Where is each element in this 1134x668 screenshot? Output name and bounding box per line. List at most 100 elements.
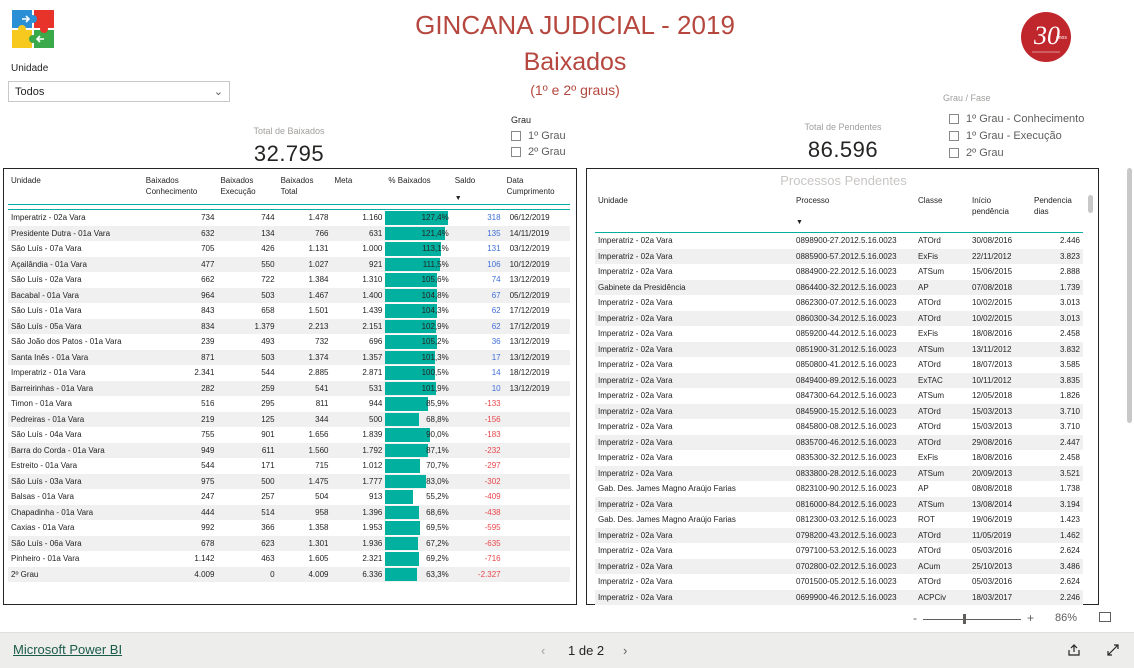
sort-desc-icon: ▼ bbox=[454, 195, 462, 202]
cell-unidade: Estreito - 01a Vara bbox=[11, 461, 78, 471]
col-pendencia-dias[interactable]: Pendencia dias bbox=[1031, 195, 1083, 228]
col-baixados-conhecimento[interactable]: Baixados Conhecimento bbox=[143, 175, 218, 205]
table-row[interactable]: Pinheiro - 01a Vara 1.142 463 1.605 2.321 69,… bbox=[8, 551, 570, 567]
table-row[interactable]: Imperatriz - 02a Vara 0850800-41.2012.5.1… bbox=[595, 357, 1083, 373]
col-meta[interactable]: Meta bbox=[331, 175, 385, 205]
table-row[interactable]: Imperatriz - 02a Vara 0816000-84.2012.5.1… bbox=[595, 496, 1083, 512]
table-row[interactable]: Imperatriz - 01a Vara 2.341 544 2.885 2.871 1… bbox=[8, 365, 570, 381]
table-row[interactable]: Gabinete da Presidência 0864400-32.2012.5… bbox=[595, 279, 1083, 295]
cell-meta: 1.439 bbox=[362, 306, 383, 316]
fullscreen-icon[interactable] bbox=[1106, 643, 1120, 657]
table-row[interactable]: São João dos Patos - 01a Vara 239 493 732 69… bbox=[8, 334, 570, 350]
unit-dropdown[interactable]: Todos ⌄ bbox=[8, 81, 230, 102]
table-row[interactable]: Imperatriz - 02a Vara 0884900-22.2012.5.1… bbox=[595, 264, 1083, 280]
table-row[interactable]: Presidente Dutra - 01a Vara 632 134 766 631 1… bbox=[8, 225, 570, 241]
cell-data bbox=[504, 551, 570, 567]
table-row[interactable]: Balsas - 01a Vara 247 257 504 913 55,2% -409 bbox=[8, 489, 570, 505]
previous-page-icon[interactable]: ‹ bbox=[541, 643, 545, 658]
table-row[interactable]: Barra do Corda - 01a Vara 949 611 1.560 1.79… bbox=[8, 442, 570, 458]
table-row[interactable]: São Luís - 07a Vara 705 426 1.131 1.000 113,1… bbox=[8, 241, 570, 257]
table-row[interactable]: Imperatriz - 02a Vara 0859200-44.2012.5.1… bbox=[595, 326, 1083, 342]
table-row[interactable]: Imperatriz - 02a Vara 0797100-53.2012.5.1… bbox=[595, 543, 1083, 559]
power-bi-link[interactable]: Microsoft Power BI bbox=[13, 642, 122, 657]
cell-total: 811 bbox=[315, 399, 329, 409]
table-row[interactable]: Imperatriz - 02a Vara 734 744 1.478 1.160 127… bbox=[8, 210, 570, 226]
checkbox[interactable] bbox=[949, 113, 959, 124]
table-row[interactable]: Pedreiras - 01a Vara 219 125 344 500 68,8% -15… bbox=[8, 411, 570, 427]
col-inicio-pendencia[interactable]: Início pendência bbox=[969, 195, 1031, 228]
col-baixados-total[interactable]: Baixados Total bbox=[278, 175, 332, 205]
zoom-slider-thumb[interactable] bbox=[963, 614, 966, 624]
cell-pct: 67,2% bbox=[385, 535, 452, 551]
fase-option-1[interactable]: 1º Grau - Conhecimento bbox=[949, 110, 1084, 127]
table-row[interactable]: Imperatriz - 02a Vara 0833800-28.2012.5.1… bbox=[595, 465, 1083, 481]
cell-meta: 1.953 bbox=[362, 523, 383, 533]
col-data-cumprimento[interactable]: Data Cumprimento bbox=[504, 175, 570, 205]
grau-option-2[interactable]: 2º Grau bbox=[511, 144, 566, 160]
table-row[interactable]: 2º Grau 4.009 0 4.009 6.336 63,3% -2.327 bbox=[8, 566, 570, 582]
table-row[interactable]: Imperatriz - 02a Vara 0845800-08.2012.5.1… bbox=[595, 419, 1083, 435]
table-row[interactable]: Imperatriz - 02a Vara 0847300-64.2012.5.1… bbox=[595, 388, 1083, 404]
table-row[interactable]: Chapadinha - 01a Vara 444 514 958 1.396 68,6%… bbox=[8, 504, 570, 520]
table-row[interactable]: São Luís - 01a Vara 843 658 1.501 1.439 104,3… bbox=[8, 303, 570, 319]
table-row[interactable]: Imperatriz - 02a Vara 0835300-32.2012.5.1… bbox=[595, 450, 1083, 466]
cell-total: 1.467 bbox=[277, 287, 332, 303]
page-scrollbar[interactable] bbox=[1127, 168, 1132, 423]
cell-pct: 113,1% bbox=[385, 241, 451, 257]
share-icon[interactable] bbox=[1067, 643, 1081, 657]
col-classe[interactable]: Classe bbox=[915, 195, 969, 228]
col-saldo[interactable]: Saldo ▼ bbox=[452, 175, 504, 205]
zoom-out-button[interactable]: - bbox=[913, 611, 917, 625]
table-row[interactable]: Imperatriz - 02a Vara 0898900-27.2012.5.1… bbox=[595, 233, 1083, 249]
col-percent-baixados[interactable]: % Baixados bbox=[385, 175, 451, 205]
table-row[interactable]: Imperatriz - 02a Vara 0862300-07.2012.5.1… bbox=[595, 295, 1083, 311]
table-row[interactable]: Imperatriz - 02a Vara 0835700-46.2012.5.1… bbox=[595, 434, 1083, 450]
table-row[interactable]: Imperatriz - 02a Vara 0860300-34.2012.5.1… bbox=[595, 310, 1083, 326]
percent-value: 69,5% bbox=[426, 523, 449, 533]
checkbox[interactable] bbox=[511, 131, 521, 141]
table-row[interactable]: Barreirinhas - 01a Vara 282 259 541 531 101,9… bbox=[8, 380, 570, 396]
table-row[interactable]: São Luís - 03a Vara 975 500 1.475 1.777 83,0%… bbox=[8, 473, 570, 489]
table-row[interactable]: São Luís - 02a Vara 662 722 1.384 1.310 105,6… bbox=[8, 272, 570, 288]
table-row[interactable]: Gab. Des. James Magno Araújo Farias 08123… bbox=[595, 512, 1083, 528]
table-row[interactable]: Imperatriz - 02a Vara 0701500-05.2012.5.1… bbox=[595, 574, 1083, 590]
table-row[interactable]: São Luís - 05a Vara 834 1.379 2.213 2.151 102… bbox=[8, 318, 570, 334]
checkbox[interactable] bbox=[949, 130, 959, 141]
cell-dias: 3.013 bbox=[1031, 310, 1083, 326]
table-row[interactable]: Timon - 01a Vara 516 295 811 944 85,9% -133 bbox=[8, 396, 570, 412]
vertical-scrollbar[interactable] bbox=[1088, 195, 1093, 213]
fase-option-3[interactable]: 2º Grau bbox=[949, 144, 1084, 161]
grau-option-1[interactable]: 1º Grau bbox=[511, 128, 566, 144]
col-baixados-execucao[interactable]: Baixados Execução bbox=[217, 175, 277, 205]
table-row[interactable]: Açailândia - 01a Vara 477 550 1.027 921 111,5… bbox=[8, 256, 570, 272]
table-row[interactable]: Imperatriz - 02a Vara 0798200-43.2012.5.1… bbox=[595, 527, 1083, 543]
zoom-in-button[interactable]: + bbox=[1027, 611, 1034, 625]
checkbox[interactable] bbox=[949, 147, 959, 158]
col-unidade[interactable]: Unidade bbox=[595, 195, 793, 228]
table-row[interactable]: São Luís - 04a Vara 755 901 1.656 1.839 90,0%… bbox=[8, 427, 570, 443]
col-processo[interactable]: Processo ▼ bbox=[793, 195, 915, 228]
table-row[interactable]: Imperatriz - 02a Vara 0849400-89.2012.5.1… bbox=[595, 372, 1083, 388]
cell-dias: 3.521 bbox=[1031, 465, 1083, 481]
table-row[interactable]: Estreito - 01a Vara 544 171 715 1.012 70,7% -2… bbox=[8, 458, 570, 474]
table-row[interactable]: Imperatriz - 02a Vara 0845900-15.2012.5.1… bbox=[595, 403, 1083, 419]
col-unidade[interactable]: Unidade bbox=[8, 175, 143, 205]
table-row[interactable]: Caxias - 01a Vara 992 366 1.358 1.953 69,5% -5… bbox=[8, 520, 570, 536]
cell-inicio: 20/09/2013 bbox=[969, 465, 1031, 481]
cell-conhecimento: 949 bbox=[142, 442, 218, 458]
checkbox[interactable] bbox=[511, 147, 521, 157]
table-row[interactable]: Santa Inês - 01a Vara 871 503 1.374 1.357 101… bbox=[8, 349, 570, 365]
table-row[interactable]: São Luís - 06a Vara 678 623 1.301 1.936 67,2%… bbox=[8, 535, 570, 551]
fase-option-2[interactable]: 1º Grau - Execução bbox=[949, 127, 1084, 144]
cell-unidade: São Luís - 07a Vara bbox=[11, 244, 82, 254]
table-row[interactable]: Imperatriz - 02a Vara 0885900-57.2012.5.1… bbox=[595, 248, 1083, 264]
table-row[interactable]: Imperatriz - 02a Vara 0699900-46.2012.5.1… bbox=[595, 589, 1083, 605]
next-page-icon[interactable]: › bbox=[623, 643, 627, 658]
table-row[interactable]: Bacabal - 01a Vara 964 503 1.467 1.400 104,8%… bbox=[8, 287, 570, 303]
table-row[interactable]: Imperatriz - 02a Vara 0702800-02.2012.5.1… bbox=[595, 558, 1083, 574]
zoom-slider-track[interactable] bbox=[923, 619, 1021, 620]
fit-to-page-icon[interactable] bbox=[1099, 612, 1111, 622]
table-row[interactable]: Gab. Des. James Magno Araújo Farias 08231… bbox=[595, 481, 1083, 497]
cell-classe: ATSum bbox=[918, 267, 945, 277]
table-row[interactable]: Imperatriz - 02a Vara 0851900-31.2012.5.1… bbox=[595, 341, 1083, 357]
